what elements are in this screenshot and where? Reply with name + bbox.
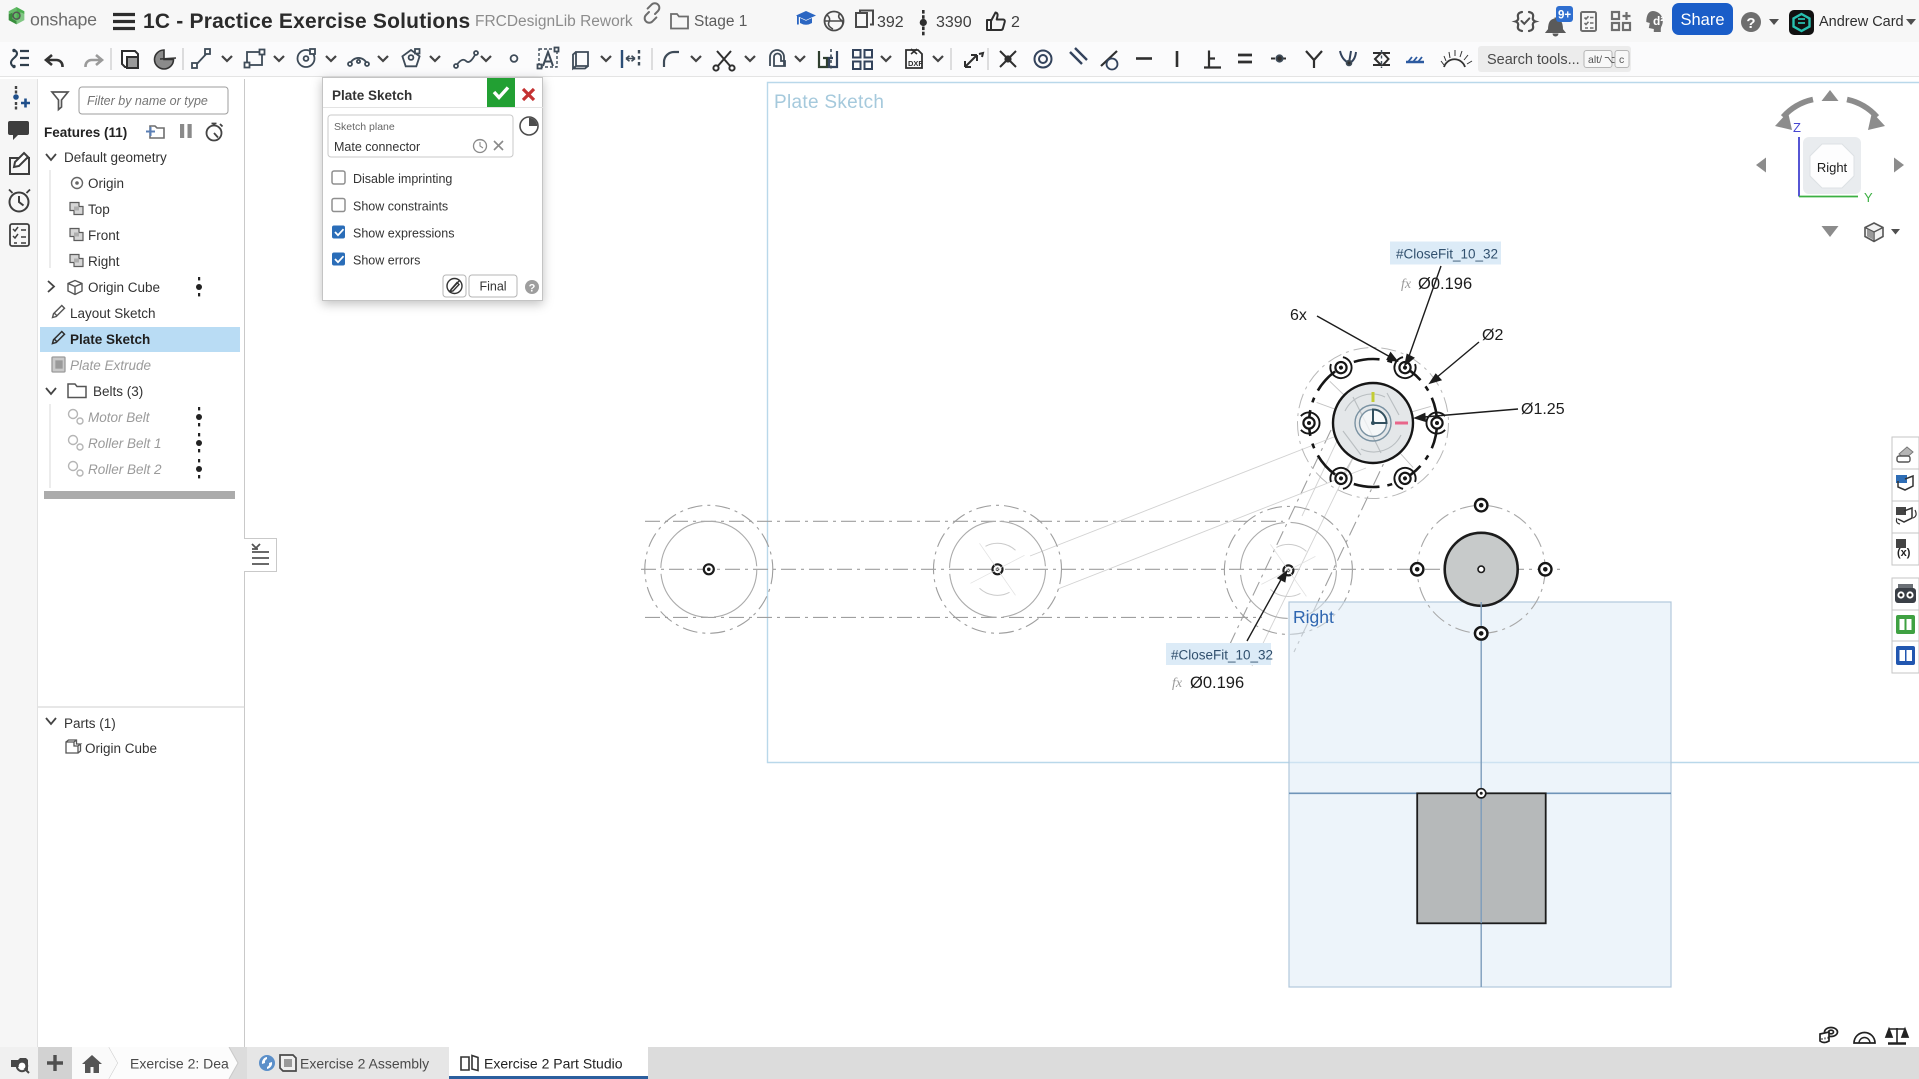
svg-text:?: ?: [529, 283, 536, 295]
svg-text:Show constraints: Show constraints: [353, 200, 448, 214]
svg-text:Layout Sketch: Layout Sketch: [70, 306, 156, 321]
svg-text:Ø2: Ø2: [1482, 327, 1503, 344]
svg-text:Z: Z: [1793, 120, 1801, 135]
svg-text:Share: Share: [1680, 11, 1724, 29]
svg-text:1C - Practice Exercise Solutio: 1C - Practice Exercise Solutions: [143, 10, 470, 33]
svg-text:Filter by name or type: Filter by name or type: [87, 94, 208, 108]
svg-text:Exercise 2 Part Studio: Exercise 2 Part Studio: [484, 1056, 623, 1072]
svg-text:2: 2: [1011, 14, 1020, 31]
svg-text:Features (11): Features (11): [44, 125, 127, 140]
svg-text:(x): (x): [1897, 547, 1911, 559]
svg-text:Show errors: Show errors: [353, 254, 420, 268]
svg-text:Origin Cube: Origin Cube: [88, 280, 160, 295]
svg-text:Default geometry: Default geometry: [64, 150, 167, 165]
svg-text:Roller Belt 1: Roller Belt 1: [88, 436, 162, 451]
svg-text:Y: Y: [1864, 190, 1873, 205]
svg-text:Belts (3): Belts (3): [93, 384, 143, 399]
svg-text:9+: 9+: [1558, 10, 1571, 22]
svg-text:Right: Right: [1293, 607, 1334, 627]
svg-text:Right: Right: [88, 254, 120, 269]
svg-text:3390: 3390: [936, 14, 972, 31]
svg-text:#CloseFit_10_32: #CloseFit_10_32: [1171, 648, 1273, 663]
svg-text:⌥: ⌥: [1604, 54, 1616, 66]
svg-text:FRCDesignLib Rework: FRCDesignLib Rework: [475, 13, 633, 30]
svg-text:Ø0.196: Ø0.196: [1190, 674, 1244, 692]
svg-text:Search tools...: Search tools...: [1487, 52, 1580, 68]
svg-text:DXF: DXF: [908, 59, 923, 68]
svg-text:Top: Top: [88, 202, 110, 217]
svg-text:?: ?: [1746, 15, 1755, 32]
svg-text:d²: d²: [1653, 14, 1664, 28]
svg-text:Ø0.196: Ø0.196: [1418, 275, 1472, 293]
svg-text:392: 392: [877, 14, 904, 31]
svg-text:Roller Belt 2: Roller Belt 2: [88, 462, 162, 477]
svg-text:Origin: Origin: [88, 176, 124, 191]
svg-text:Disable imprinting: Disable imprinting: [353, 172, 452, 186]
svg-text:Final: Final: [479, 280, 506, 294]
svg-text:Origin Cube: Origin Cube: [85, 741, 157, 756]
svg-text:Stage 1: Stage 1: [694, 13, 747, 30]
svg-text:c: c: [1619, 54, 1624, 66]
svg-text:Front: Front: [88, 228, 120, 243]
svg-text:Motor Belt: Motor Belt: [88, 410, 151, 425]
svg-text:Plate Extrude: Plate Extrude: [70, 358, 151, 373]
svg-text:alt/: alt/: [1588, 54, 1602, 66]
svg-text:Ø1.25: Ø1.25: [1521, 401, 1565, 418]
svg-text:Show expressions: Show expressions: [353, 227, 454, 241]
svg-text:Andrew Card: Andrew Card: [1819, 14, 1904, 30]
svg-text:#CloseFit_10_32: #CloseFit_10_32: [1396, 247, 1498, 262]
svg-text:Exercise 2: Dea: Exercise 2: Dea: [130, 1056, 229, 1072]
svg-text:onshape: onshape: [30, 10, 97, 30]
svg-text:Right: Right: [1817, 160, 1848, 175]
svg-text:fx: fx: [1401, 277, 1412, 292]
svg-text:Mate connector: Mate connector: [334, 140, 420, 154]
svg-text:Exercise 2 Assembly: Exercise 2 Assembly: [300, 1056, 429, 1072]
svg-text:Plate Sketch: Plate Sketch: [332, 88, 412, 103]
svg-text:fx: fx: [1172, 676, 1183, 691]
svg-text:6x: 6x: [1290, 307, 1307, 324]
svg-text:Plate Sketch: Plate Sketch: [774, 92, 884, 113]
svg-text:Sketch plane: Sketch plane: [334, 121, 395, 133]
svg-text:Plate Sketch: Plate Sketch: [70, 332, 150, 347]
svg-text:Parts (1): Parts (1): [64, 716, 116, 731]
